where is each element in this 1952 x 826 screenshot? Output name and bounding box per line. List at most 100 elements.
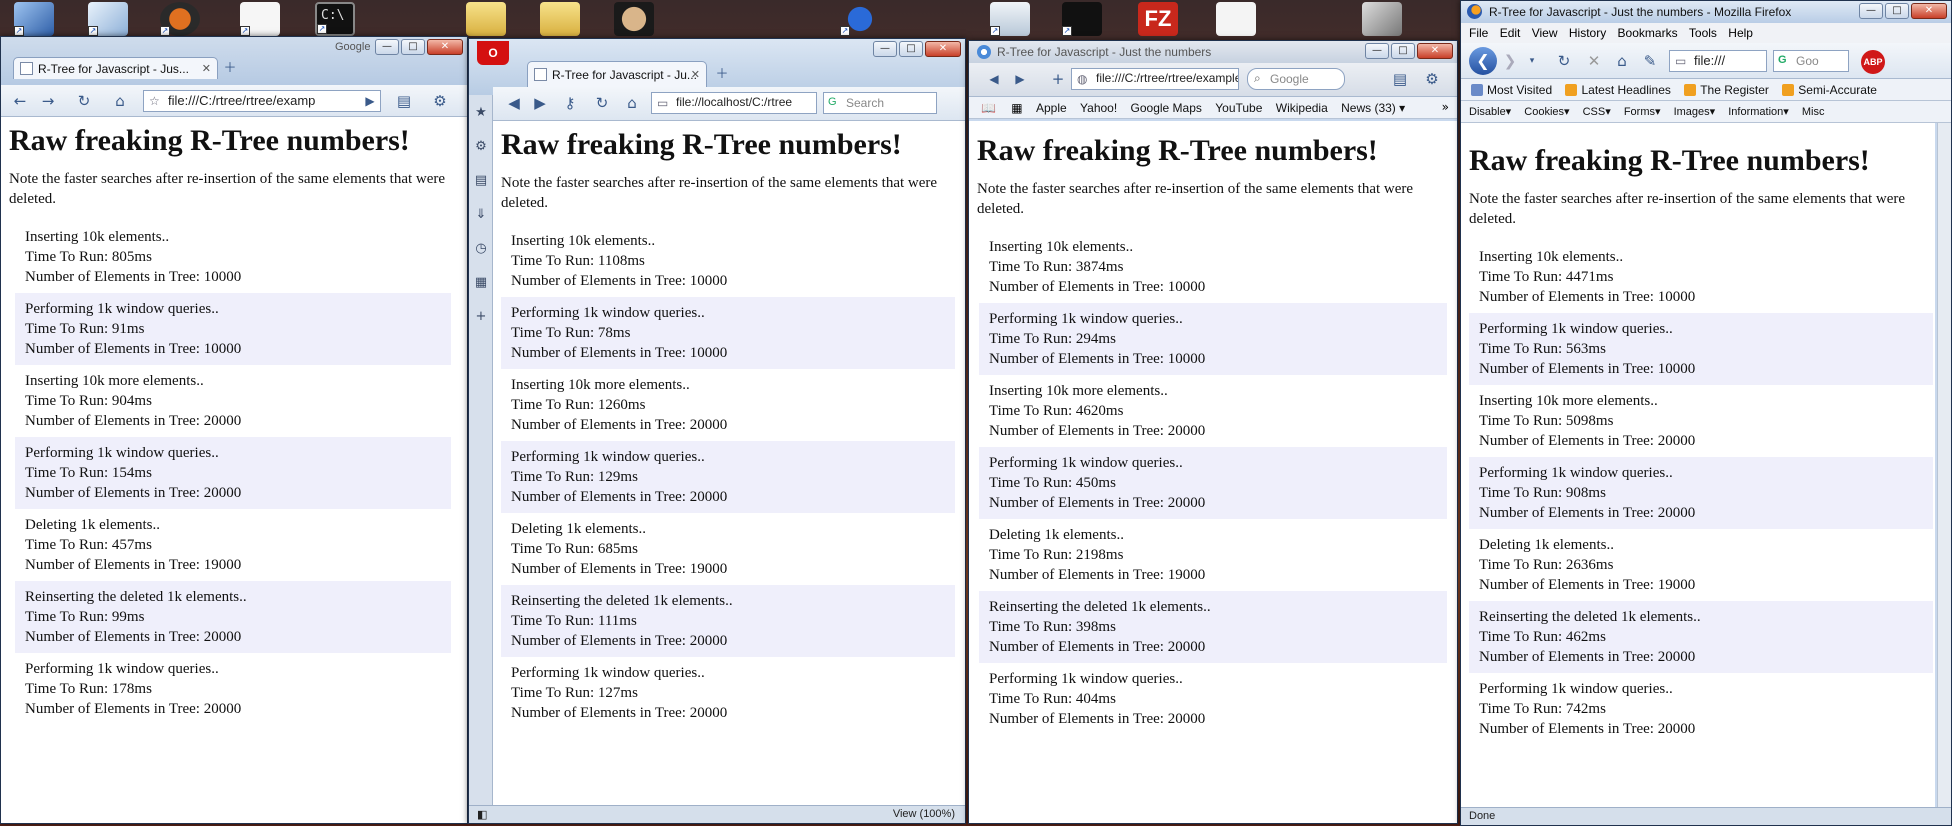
webdev-misc[interactable]: Misc — [1802, 106, 1825, 118]
bookmark-most-visited[interactable]: Most Visited — [1471, 83, 1552, 97]
address-bar[interactable]: ◍ file:///C:/rtree/rtree/example — [1071, 68, 1239, 90]
add-panel-icon[interactable]: + — [474, 309, 488, 324]
webdev-images[interactable]: Images▾ — [1674, 105, 1716, 118]
opera-tab[interactable]: R-Tree for Javascript - Ju... ✕ — [527, 61, 707, 87]
forward-icon[interactable]: ❯ — [1499, 51, 1521, 71]
widgets-panel-icon[interactable]: ⚙ — [474, 139, 488, 154]
page-menu-icon[interactable]: ▤ — [1389, 69, 1411, 89]
page-menu-icon[interactable]: ▤ — [393, 91, 415, 111]
wand-icon[interactable]: ⚷ — [559, 93, 581, 113]
bookmark-the-register[interactable]: The Register — [1684, 83, 1769, 97]
zoom-label[interactable]: View (100%) — [893, 808, 955, 820]
back-icon[interactable]: ❮ — [1469, 47, 1497, 75]
document-icon[interactable]: ↗ — [240, 2, 280, 36]
home-icon[interactable]: ⌂ — [621, 93, 643, 113]
close-button[interactable]: ✕ — [1911, 3, 1947, 19]
home-icon[interactable]: ⌂ — [109, 91, 131, 111]
recycle-icon[interactable]: ↗ — [88, 2, 128, 36]
menu-bookmarks[interactable]: Bookmarks — [1618, 26, 1678, 40]
chrome-tab[interactable]: R-Tree for Javascript - Jus... ✕ — [13, 57, 218, 79]
menu-file[interactable]: File — [1469, 26, 1488, 40]
document-icon[interactable] — [1216, 2, 1256, 36]
bookmark-item[interactable]: News (33) ▾ — [1341, 101, 1405, 115]
history-dropdown-icon[interactable]: ▾ — [1521, 51, 1543, 71]
forward-icon[interactable]: ▶ — [1009, 69, 1031, 89]
folder-icon[interactable] — [540, 2, 580, 36]
recycle-bin-icon[interactable]: ↗ — [990, 2, 1030, 36]
webdev-forms[interactable]: Forms▾ — [1624, 105, 1661, 118]
minimize-button[interactable]: — — [873, 41, 897, 57]
minimize-button[interactable]: — — [1859, 3, 1883, 19]
jupiter-icon[interactable] — [614, 2, 654, 36]
bookmark-item[interactable]: Google Maps — [1131, 101, 1202, 115]
stop-icon[interactable]: ✕ — [1583, 51, 1605, 71]
bookmark-semi-accurate[interactable]: Semi-Accurate — [1782, 83, 1877, 97]
bookmark-item[interactable]: Yahoo! — [1080, 101, 1117, 115]
maximize-button[interactable]: □ — [1391, 43, 1415, 59]
gear-icon[interactable]: ⚙ — [1421, 69, 1443, 89]
adblock-icon[interactable]: ABP — [1861, 50, 1885, 74]
new-tab-button[interactable]: ＋ — [219, 59, 241, 79]
computer-icon[interactable]: ↗ — [14, 2, 54, 36]
links-panel-icon[interactable]: ▦ — [474, 275, 488, 290]
menu-help[interactable]: Help — [1728, 26, 1753, 40]
bookmarks-book-icon[interactable]: 📖 — [981, 101, 996, 115]
back-icon[interactable]: ◀ — [503, 93, 525, 113]
reload-icon[interactable]: ↻ — [591, 93, 613, 113]
menu-tools[interactable]: Tools — [1689, 26, 1717, 40]
menu-view[interactable]: View — [1532, 26, 1558, 40]
opera-logo-icon[interactable]: O — [477, 41, 509, 65]
close-button[interactable]: ✕ — [925, 41, 961, 57]
maximize-button[interactable]: □ — [401, 39, 425, 55]
webdev-css[interactable]: CSS▾ — [1583, 105, 1611, 118]
webdev-information[interactable]: Information▾ — [1728, 105, 1789, 118]
cmd-icon[interactable]: C:\ ↗ — [315, 2, 355, 36]
reload-icon[interactable]: ↻ — [73, 91, 95, 111]
search-box[interactable]: G Search — [823, 92, 937, 114]
search-box[interactable]: G Goo — [1773, 50, 1849, 72]
folder-icon[interactable] — [466, 2, 506, 36]
close-tab-icon[interactable]: ✕ — [691, 68, 700, 81]
bookmark-latest-headlines[interactable]: Latest Headlines — [1565, 83, 1671, 97]
back-icon[interactable]: ← — [9, 91, 31, 111]
more-bookmarks-icon[interactable]: » — [1442, 100, 1449, 114]
wrench-icon[interactable]: ⚙ — [429, 91, 451, 111]
star-icon[interactable]: ☆ — [149, 94, 160, 108]
addon-icon[interactable]: ✎ — [1639, 51, 1661, 71]
go-icon[interactable]: ▶ — [359, 91, 381, 111]
vertical-scrollbar[interactable] — [1937, 123, 1951, 807]
bookmarks-panel-icon[interactable]: ★ — [474, 105, 488, 120]
maximize-button[interactable]: □ — [899, 41, 923, 57]
bookmark-item[interactable]: Wikipedia — [1276, 101, 1328, 115]
forward-icon[interactable]: → — [37, 91, 59, 111]
filezilla-icon[interactable]: FZ — [1138, 2, 1178, 36]
maximize-button[interactable]: □ — [1885, 3, 1909, 19]
add-bookmark-icon[interactable]: + — [1047, 69, 1069, 89]
bookmark-item[interactable]: Apple — [1036, 101, 1067, 115]
minimize-button[interactable]: — — [375, 39, 399, 55]
tf2-icon[interactable]: ↗ — [160, 2, 200, 36]
minimize-button[interactable]: — — [1365, 43, 1389, 59]
downloads-panel-icon[interactable]: ⇓ — [474, 207, 488, 222]
bookmark-item[interactable]: YouTube — [1215, 101, 1262, 115]
picture-icon[interactable] — [1362, 2, 1402, 36]
address-bar[interactable]: ▭ file:/// — [1669, 50, 1767, 72]
back-icon[interactable]: ◀ — [983, 69, 1005, 89]
close-tab-icon[interactable]: ✕ — [202, 62, 211, 75]
new-tab-button[interactable]: ＋ — [711, 65, 733, 85]
close-button[interactable]: ✕ — [427, 39, 463, 55]
search-box[interactable]: ⌕ Google — [1247, 68, 1345, 90]
panel-toggle-icon[interactable]: ◧ — [477, 808, 487, 821]
bomb-icon[interactable]: ↗ — [840, 2, 880, 36]
steam-icon[interactable]: ↗ — [1062, 2, 1102, 36]
reload-icon[interactable]: ↻ — [1553, 51, 1575, 71]
menu-edit[interactable]: Edit — [1500, 26, 1521, 40]
webdev-disable[interactable]: Disable▾ — [1469, 105, 1511, 118]
forward-icon[interactable]: ▶ — [529, 93, 551, 113]
menu-history[interactable]: History — [1569, 26, 1606, 40]
top-sites-icon[interactable]: ▦ — [1011, 101, 1022, 115]
close-button[interactable]: ✕ — [1417, 43, 1453, 59]
webdev-cookies[interactable]: Cookies▾ — [1524, 105, 1569, 118]
address-bar[interactable]: ▭ file://localhost/C:/rtree — [651, 92, 817, 114]
address-bar[interactable]: ☆ file:///C:/rtree/rtree/examp — [143, 90, 381, 112]
